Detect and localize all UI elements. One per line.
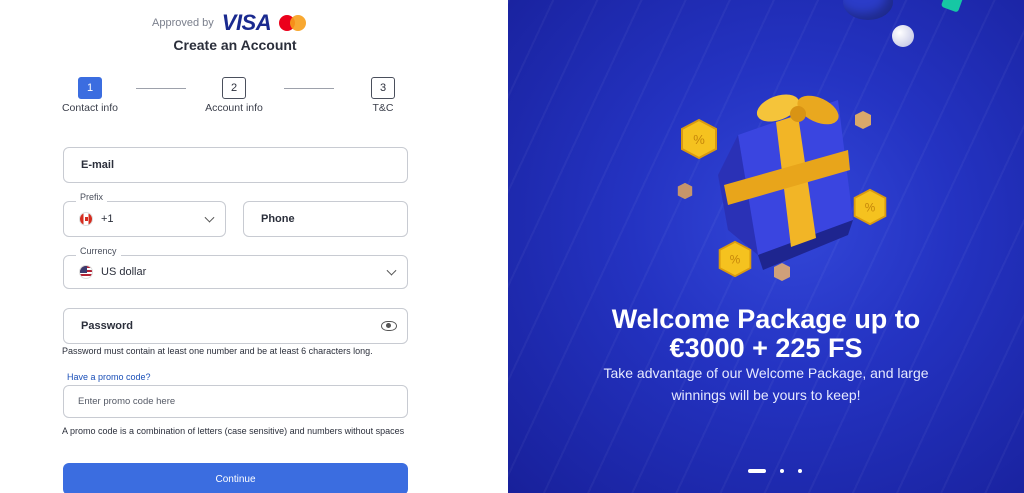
coin-symbol: %: [693, 132, 705, 147]
coin-symbol: %: [730, 254, 741, 267]
step-label: Account info: [205, 102, 263, 114]
percent-coin-icon: %: [716, 240, 754, 278]
phone-field[interactable]: Phone: [243, 201, 408, 237]
canada-flag-icon: [79, 212, 93, 226]
carousel-dot-2[interactable]: [780, 469, 784, 473]
carousel-dot-3[interactable]: [798, 469, 802, 473]
step-contact-info[interactable]: 1 Contact info: [55, 77, 125, 114]
password-field[interactable]: Password: [63, 308, 408, 344]
carousel-indicator: [748, 469, 802, 473]
phone-label: Phone: [261, 213, 295, 225]
approved-by-row: Approved by VISA: [152, 10, 309, 36]
password-label: Password: [81, 320, 133, 332]
step-number: 1: [78, 77, 102, 99]
registration-panel: Approved by VISA Create an Account 1 Con…: [0, 0, 508, 493]
currency-label: Currency: [76, 246, 121, 256]
currency-value: US dollar: [101, 266, 147, 278]
orb-decoration: [843, 0, 893, 20]
promo-subtext-line2: winnings will be yours to keep!: [671, 387, 861, 403]
approved-by-text: Approved by: [152, 17, 214, 29]
currency-select[interactable]: Currency US dollar: [63, 246, 408, 289]
promo-code-input[interactable]: Enter promo code here: [63, 385, 408, 418]
promo-code-link[interactable]: Have a promo code?: [67, 372, 151, 382]
percent-coin-icon: %: [678, 118, 720, 160]
stepper: 1 Contact info 2 Account info 3 T&C: [50, 77, 410, 117]
prefix-label: Prefix: [76, 192, 108, 202]
coin-symbol: %: [865, 202, 876, 215]
promo-code-placeholder: Enter promo code here: [78, 396, 176, 407]
ball-decoration: [892, 25, 914, 47]
promo-subtext-line1: Take advantage of our Welcome Package, a…: [603, 365, 929, 381]
small-coin-icon: [676, 182, 694, 200]
mastercard-logo: [279, 14, 309, 32]
gem-decoration: [940, 0, 964, 13]
step-label: Contact info: [61, 102, 119, 114]
carousel-dot-1[interactable]: [748, 469, 766, 473]
chevron-down-icon: [386, 265, 397, 276]
continue-button[interactable]: Continue: [63, 463, 408, 493]
prefix-select[interactable]: Prefix +1: [63, 192, 226, 237]
promo-headline-line2: €3000 + 225 FS: [669, 333, 863, 363]
prefix-value: +1: [101, 213, 114, 225]
eye-icon[interactable]: [381, 321, 397, 331]
percent-coin-icon: %: [851, 188, 889, 226]
visa-logo: VISA: [221, 10, 272, 35]
promo-banner: % % % Welcome Package up to €3000 + 225 …: [508, 0, 1024, 493]
step-number: 2: [222, 77, 246, 99]
chevron-down-icon: [204, 212, 215, 223]
small-coin-icon: [772, 262, 792, 282]
us-flag-icon: [79, 265, 93, 279]
step-connector: [136, 88, 186, 89]
step-label: T&C: [372, 102, 394, 114]
step-number: 3: [371, 77, 395, 99]
promo-code-hint: A promo code is a combination of letters…: [62, 426, 405, 436]
step-connector: [284, 88, 334, 89]
step-tc[interactable]: 3 T&C: [368, 77, 398, 114]
email-label: E-mail: [81, 159, 115, 171]
promo-headline-line1: Welcome Package up to: [611, 304, 921, 334]
email-field[interactable]: E-mail: [63, 147, 408, 183]
small-coin-icon: [853, 110, 873, 130]
step-account-info[interactable]: 2 Account info: [198, 77, 270, 114]
page-title: Create an Account: [173, 37, 297, 53]
password-hint: Password must contain at least one numbe…: [62, 346, 373, 356]
